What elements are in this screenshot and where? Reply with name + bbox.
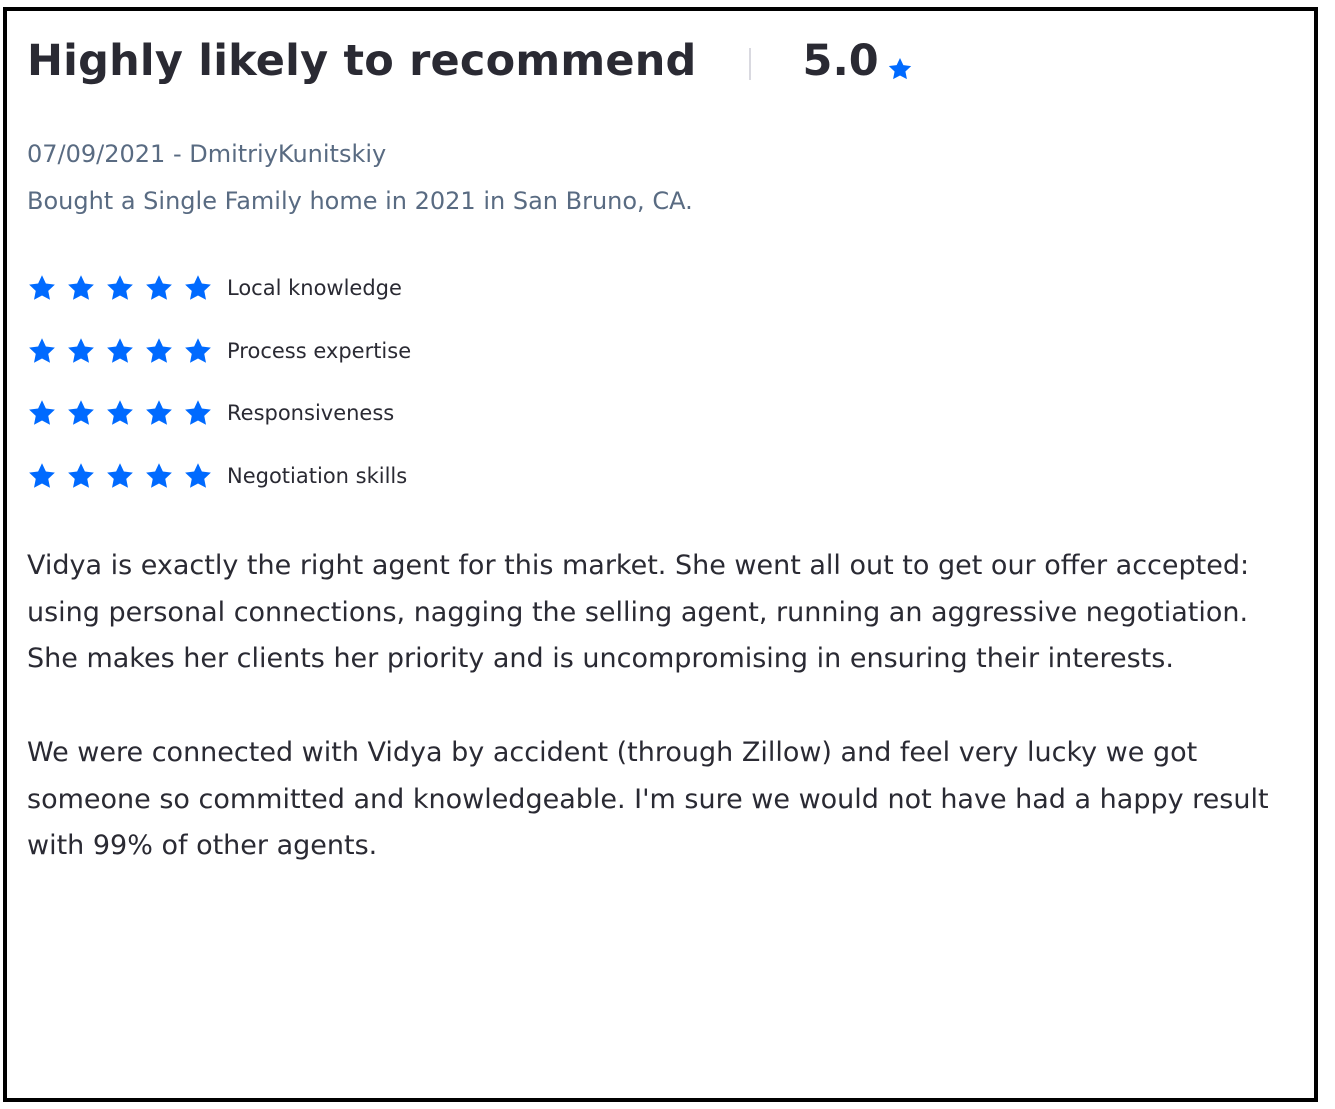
rating-row: Negotiation skills [27,445,1297,508]
overall-score: 5.0 [802,36,879,86]
rating-list: Local knowledge Process expertise Responsi… [27,257,1297,507]
star-icon [107,463,133,488]
rating-label: Local knowledge [227,276,402,301]
rating-stars [27,398,227,428]
review-meta: 07/09/2021 - DmitriyKunitskiy Bought a S… [27,131,1297,225]
purchase-info: Bought a Single Family home in 2021 in S… [27,187,693,215]
star-icon [146,338,172,363]
review-header: Highly likely to recommend 5.0 [27,31,1297,91]
star-icon [68,463,94,488]
star-icon [888,57,911,80]
review-title: Highly likely to recommend [27,36,697,86]
star-icon [146,275,172,300]
star-icon [185,338,211,363]
rating-label: Negotiation skills [227,463,408,488]
star-icon [107,338,133,363]
review-date-author: 07/09/2021 - DmitriyKunitskiy [27,140,387,168]
star-icon [29,463,55,488]
rating-row: Responsiveness [27,382,1297,445]
star-icon [29,338,55,363]
star-icon [68,400,94,425]
rating-row: Process expertise [27,320,1297,383]
star-icon [107,275,133,300]
star-icon [146,463,172,488]
rating-stars [27,461,227,491]
rating-label: Responsiveness [227,401,395,426]
review-card: Highly likely to recommend 5.0 07/09/202… [27,31,1297,917]
star-icon [146,400,172,425]
star-icon [107,400,133,425]
header-divider [748,48,751,80]
star-icon [185,400,211,425]
rating-label: Process expertise [227,338,412,363]
star-icon [68,338,94,363]
star-icon [185,275,211,300]
star-icon [29,275,55,300]
rating-row: Local knowledge [27,257,1297,320]
star-icon [29,400,55,425]
rating-stars [27,336,227,366]
review-frame: Highly likely to recommend 5.0 07/09/202… [3,7,1318,1102]
review-paragraph: Vidya is exactly the right agent for thi… [27,550,1250,675]
star-icon [185,463,211,488]
star-icon [68,275,94,300]
review-paragraph: We were connected with Vidya by accident… [27,736,1269,862]
review-body: Vidya is exactly the right agent for thi… [27,543,1287,870]
rating-stars [27,273,227,303]
